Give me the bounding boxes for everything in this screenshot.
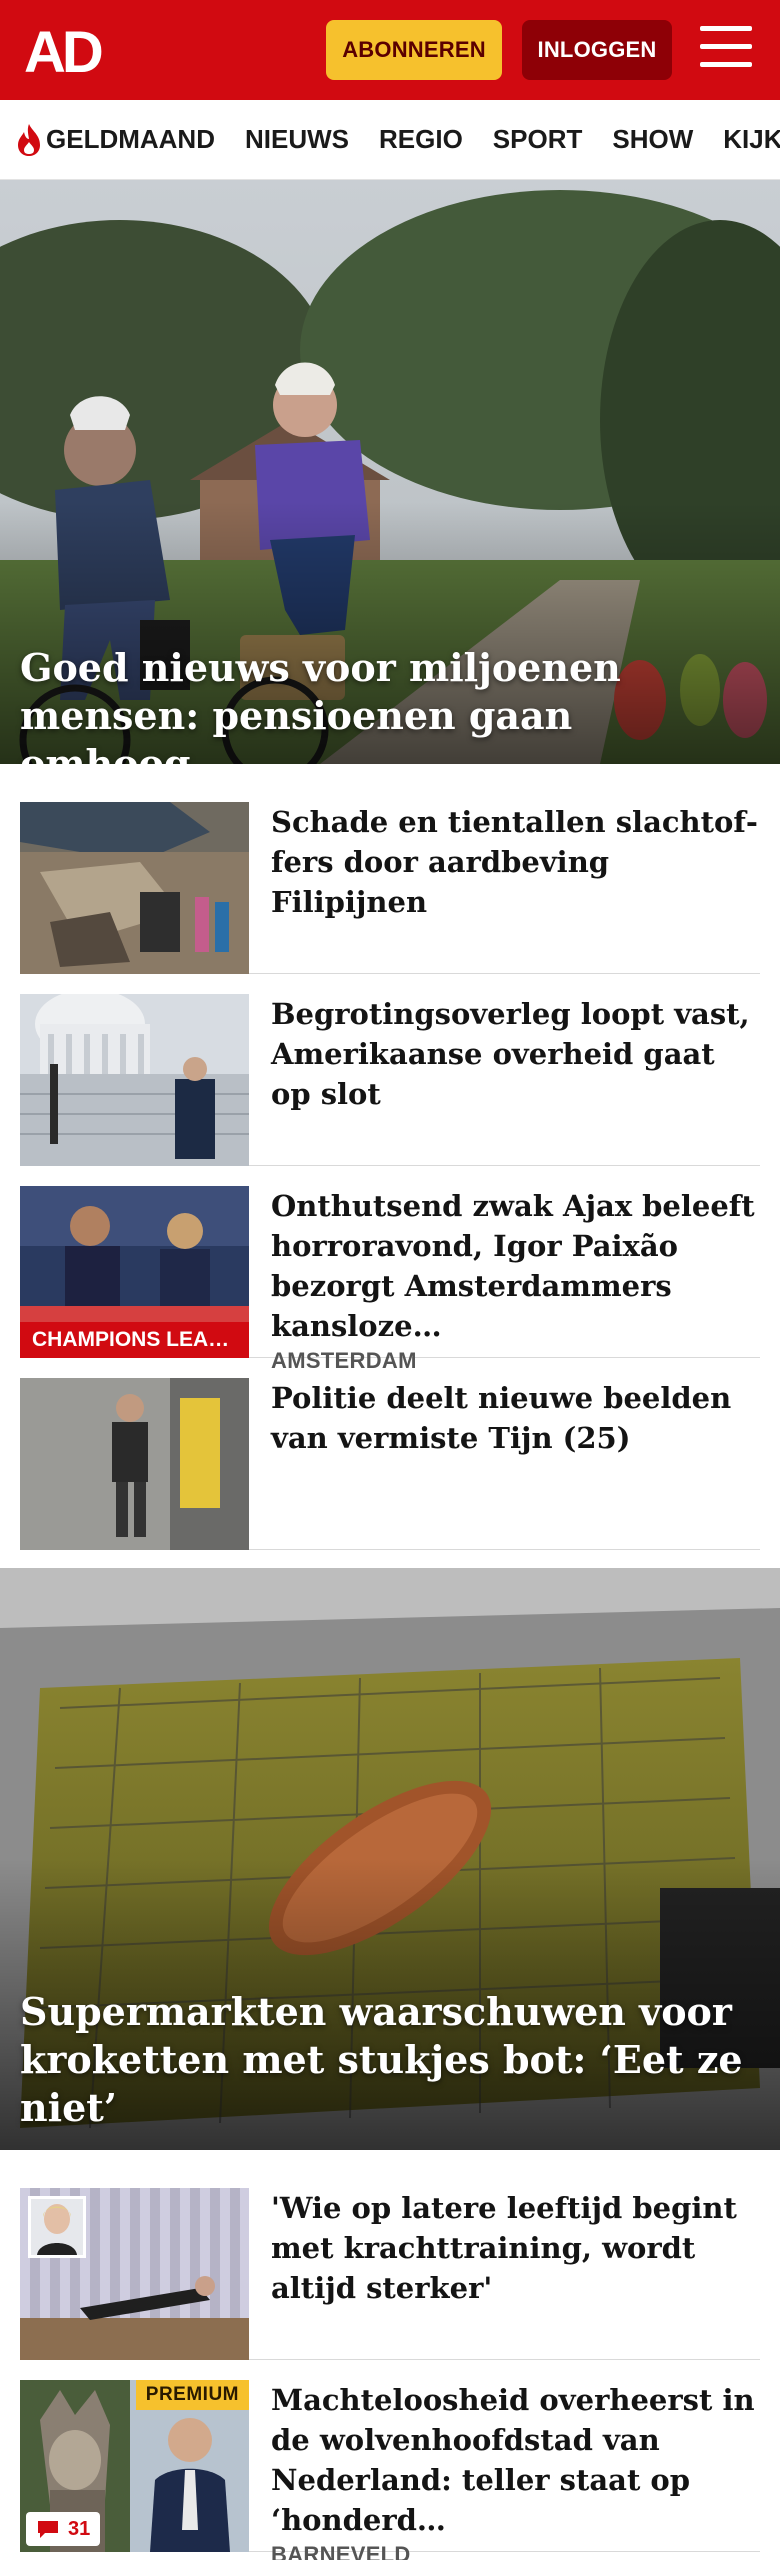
- avatar: [28, 2196, 86, 2258]
- thumbnail-strength-training: [20, 2188, 249, 2360]
- article-list-1: Schade en tientallen slachtof­fers door …: [0, 782, 780, 1550]
- hero-title[interactable]: Goed nieuws voor miljoenen mensen: pensi…: [20, 644, 750, 764]
- article-title[interactable]: Begrotingsoverleg loopt vast, Amerikaans…: [271, 994, 760, 1114]
- article-title[interactable]: 'Wie op latere leeftijd begint met krach…: [271, 2188, 760, 2308]
- article-title[interactable]: Machteloosheid overheerst in de wolvenho…: [271, 2380, 760, 2540]
- comment-count-badge[interactable]: 31: [26, 2512, 101, 2546]
- hero-article-kroketten[interactable]: Supermarkten waarschuwen voor kroketten …: [0, 1568, 780, 2150]
- hero-title[interactable]: Supermarkten waarschuwen voor kroketten …: [20, 1988, 750, 2132]
- svg-text:AD: AD: [24, 24, 102, 78]
- flame-icon: [18, 123, 40, 156]
- article-title[interactable]: Schade en tientallen slachtof­fers door …: [271, 802, 760, 922]
- nav-item-nieuws[interactable]: NIEUWS: [245, 124, 349, 155]
- subscribe-button[interactable]: ABONNEREN: [326, 20, 502, 80]
- thumbnail-wolf: PREMIUM 31: [20, 2380, 249, 2552]
- nav-item-regio[interactable]: REGIO: [379, 124, 463, 155]
- comment-icon: [38, 2521, 58, 2538]
- list-item[interactable]: Politie deelt nieuwe beelden van vermist…: [20, 1358, 760, 1550]
- hamburger-menu-icon[interactable]: [700, 26, 752, 72]
- thumbnail-capitol: [20, 994, 249, 1166]
- nav-label: GELDMAAND: [46, 124, 215, 154]
- comment-count: 31: [68, 2517, 91, 2540]
- list-item[interactable]: CHAMPIONS LEA… Onthutsend zwak Ajax bele…: [20, 1166, 760, 1373]
- nav-item-show[interactable]: SHOW: [612, 124, 693, 155]
- ad-logo[interactable]: AD: [24, 24, 116, 78]
- article-title[interactable]: Politie deelt nieuwe beelden van vermist…: [271, 1378, 760, 1458]
- article-location: BARNEVELD: [271, 2542, 411, 2560]
- premium-badge: PREMIUM: [135, 2380, 249, 2410]
- list-item[interactable]: PREMIUM 31 Machteloosheid overheerst in …: [20, 2360, 760, 2560]
- hero-article-pensions[interactable]: Goed nieuws voor miljoenen mensen: pensi…: [0, 180, 780, 764]
- site-header: AD ABONNEREN INLOGGEN: [0, 0, 780, 100]
- article-list-2: 'Wie op latere leeftijd begint met krach…: [0, 2168, 780, 2560]
- thumbnail-earthquake: [20, 802, 249, 974]
- article-title[interactable]: Onthutsend zwak Ajax beleeft horroravond…: [271, 1186, 760, 1346]
- list-item[interactable]: 'Wie op latere leeftijd begint met krach…: [20, 2168, 760, 2360]
- section-nav: GELDMAAND NIEUWS REGIO SPORT SHOW KIJK: [0, 100, 780, 180]
- login-button[interactable]: INLOGGEN: [522, 20, 672, 80]
- nav-item-sport[interactable]: SPORT: [493, 124, 583, 155]
- list-item[interactable]: Begrotingsoverleg loopt vast, Amerikaans…: [20, 974, 760, 1166]
- article-location: AMSTERDAM: [271, 1348, 417, 1373]
- nav-item-geldmaand[interactable]: GELDMAAND: [14, 122, 215, 158]
- thumbnail-missing-person: [20, 1378, 249, 1550]
- list-item[interactable]: Schade en tientallen slachtof­fers door …: [20, 782, 760, 974]
- nav-item-kijk[interactable]: KIJK: [723, 124, 780, 155]
- category-tag: CHAMPIONS LEA…: [20, 1322, 249, 1358]
- thumbnail-ajax: CHAMPIONS LEA…: [20, 1186, 249, 1358]
